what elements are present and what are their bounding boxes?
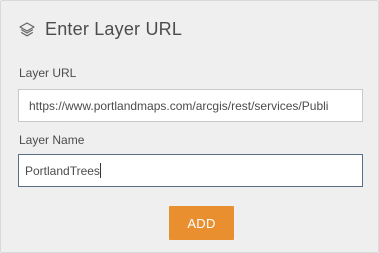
add-button[interactable]: ADD	[169, 206, 234, 240]
layer-name-input[interactable]: PortlandTrees	[18, 154, 363, 187]
text-caret	[99, 163, 101, 178]
panel-header: Enter Layer URL	[18, 19, 182, 40]
layer-name-value: PortlandTrees	[25, 163, 100, 178]
enter-layer-url-panel: Enter Layer URL Layer URL https://www.po…	[0, 0, 379, 253]
layer-url-value: https://www.portlandmaps.com/arcgis/rest…	[29, 98, 329, 113]
panel-title: Enter Layer URL	[45, 19, 183, 39]
layer-url-input[interactable]: https://www.portlandmaps.com/arcgis/rest…	[18, 89, 363, 122]
layer-url-label: Layer URL	[19, 66, 77, 80]
layers-icon	[18, 21, 36, 39]
layer-name-label: Layer Name	[19, 133, 85, 147]
